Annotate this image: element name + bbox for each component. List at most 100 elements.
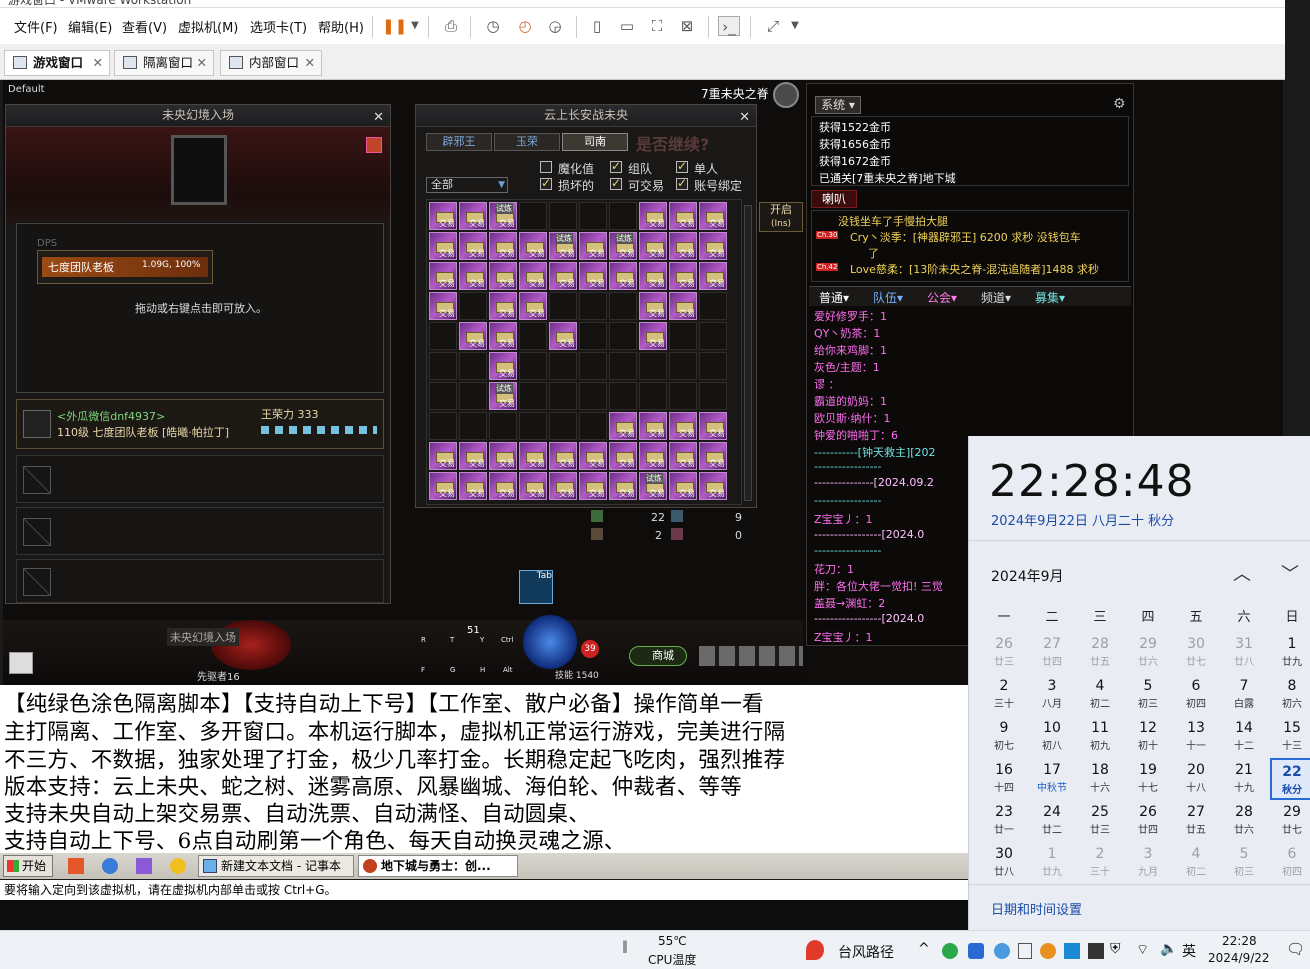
inventory-slot[interactable] (669, 322, 697, 350)
flag-icon[interactable] (9, 652, 33, 674)
inventory-item[interactable]: 交易 (669, 262, 697, 290)
inventory-item[interactable]: 交易 (489, 442, 517, 470)
thumbnail-icon[interactable]: ▭ (616, 16, 638, 36)
inventory-slot[interactable] (579, 412, 607, 440)
inventory-item[interactable]: 交易 (669, 412, 697, 440)
inventory-item[interactable]: 交易 (459, 202, 487, 230)
inventory-slot[interactable] (429, 322, 457, 350)
empty-slot[interactable] (16, 559, 384, 603)
calendar-day[interactable]: 25 廿三 (1078, 800, 1122, 842)
system-tab[interactable]: 系统 ▾ (815, 96, 861, 114)
tray-app-icon[interactable] (994, 943, 1010, 959)
inventory-item[interactable]: 交易 (459, 442, 487, 470)
tab-guild[interactable]: 公会▾ (927, 289, 957, 306)
inventory-item[interactable]: 交易 (639, 202, 667, 230)
calendar-day[interactable]: 26 廿四 (1126, 800, 1170, 842)
tab-team[interactable]: 队伍▾ (873, 289, 903, 306)
empty-slot[interactable] (16, 507, 384, 555)
inventory-slot[interactable] (519, 412, 547, 440)
inventory-item[interactable]: 交易 (609, 472, 637, 500)
snapshot-manager-icon[interactable]: ◶ (544, 16, 566, 36)
calendar-day[interactable]: 24 廿二 (1030, 800, 1074, 842)
inventory-slot[interactable] (579, 322, 607, 350)
chevron-down-icon[interactable]: ▼ (404, 16, 426, 36)
inventory-slot[interactable] (699, 352, 727, 380)
inventory-item[interactable]: 交易 试炼 (549, 232, 577, 260)
inventory-slot[interactable] (429, 382, 457, 410)
calendar-day[interactable]: 30 廿八 (982, 842, 1026, 884)
inventory-item[interactable]: 交易 (489, 472, 517, 500)
inventory-item[interactable]: 交易 (699, 262, 727, 290)
tray-app-icon[interactable] (1064, 943, 1080, 959)
menu-edit[interactable]: 编辑(E) (68, 17, 112, 36)
app-icon[interactable] (136, 858, 152, 874)
calendar-day[interactable]: 16 十四 (982, 758, 1026, 800)
inventory-item[interactable]: 交易 (669, 232, 697, 260)
tray-app-icon[interactable] (1040, 943, 1056, 959)
calendar-day[interactable]: 28 廿六 (1222, 800, 1266, 842)
inventory-item[interactable]: 交易 (459, 262, 487, 290)
task-dnf[interactable]: 地下城与勇士：创... (358, 855, 518, 877)
taskbar-time[interactable]: 22:28 (1222, 934, 1257, 948)
tray-app-icon[interactable] (968, 943, 984, 959)
inventory-slot[interactable] (459, 382, 487, 410)
inventory-slot[interactable] (549, 292, 577, 320)
speaker-icon[interactable]: 🔈 (1160, 941, 1177, 957)
chevron-down-icon[interactable]: ▼ (784, 16, 806, 36)
inventory-scrollbar[interactable] (744, 205, 752, 501)
tab-isolation-window[interactable]: 隔离窗口 ✕ (114, 50, 214, 76)
inventory-slot[interactable] (519, 352, 547, 380)
calendar-day[interactable]: 2 三十 (1078, 842, 1122, 884)
calendar-day[interactable]: 1 廿九 (1030, 842, 1074, 884)
menu-help[interactable]: 帮助(H) (318, 17, 364, 36)
calendar-day[interactable]: 19 十七 (1126, 758, 1170, 800)
book-icon[interactable] (366, 137, 382, 153)
weather-widget[interactable]: 台风路径 (838, 942, 894, 962)
filter-select[interactable]: 全部 ▼ (426, 177, 508, 193)
tab-yurong[interactable]: 玉荣 (494, 133, 560, 151)
clock-date[interactable]: 2024年9月22日 八月二十 秋分 (991, 510, 1174, 529)
inventory-item[interactable]: 交易 (429, 442, 457, 470)
inventory-item[interactable]: 交易 (489, 262, 517, 290)
close-icon[interactable]: ✕ (739, 107, 750, 128)
calendar-day[interactable]: 31 廿八 (1222, 632, 1266, 674)
inventory-item[interactable]: 交易 (489, 322, 517, 350)
tray-app-icon[interactable] (1018, 943, 1032, 959)
inventory-item[interactable]: 交易 (429, 232, 457, 260)
calendar-day[interactable]: 18 十六 (1078, 758, 1122, 800)
inventory-slot[interactable] (669, 352, 697, 380)
empty-slot[interactable] (16, 455, 384, 503)
revert-snapshot-icon[interactable]: ◴ (514, 16, 536, 36)
calendar-day[interactable]: 5 初三 (1126, 674, 1170, 716)
start-button[interactable]: 开始 (3, 855, 53, 877)
calendar-day[interactable]: 4 初二 (1078, 674, 1122, 716)
check-broken[interactable] (540, 176, 552, 190)
menu-file[interactable]: 文件(F) (14, 17, 58, 36)
refresh-icon[interactable] (102, 858, 118, 874)
inventory-item[interactable]: 交易 试炼 (639, 472, 667, 500)
send-keys-icon[interactable]: ⎙ (440, 16, 462, 36)
minimap-icon[interactable] (773, 82, 799, 108)
inventory-item[interactable]: 交易 (669, 442, 697, 470)
tab-sinan[interactable]: 司南 (562, 133, 628, 151)
stretch-icon[interactable]: ⤢ (762, 16, 784, 36)
wifi-icon[interactable]: ⌔ (1136, 941, 1149, 959)
tray-app-icon[interactable] (1088, 943, 1104, 959)
inventory-slot[interactable] (549, 202, 577, 230)
calendar-day[interactable]: 2 三十 (982, 674, 1026, 716)
calendar-day-today[interactable]: 22 秋分 (1270, 758, 1310, 800)
tab-normal[interactable]: 普通▾ (819, 289, 849, 306)
tab-inner-window[interactable]: 内部窗口 ✕ (220, 50, 322, 76)
notification-icon[interactable]: 🗨 (1286, 940, 1305, 958)
check-team[interactable] (610, 159, 622, 173)
inventory-slot[interactable] (609, 202, 637, 230)
menu-vm[interactable]: 虚拟机(M) (178, 17, 238, 36)
inventory-item[interactable]: 交易 (699, 472, 727, 500)
inventory-item[interactable]: 交易 (489, 352, 517, 380)
inventory-item[interactable]: 交易 (609, 262, 637, 290)
calendar-day[interactable]: 12 初十 (1126, 716, 1170, 758)
inventory-slot[interactable] (549, 352, 577, 380)
check-tradeable[interactable] (610, 176, 622, 190)
dps-entry[interactable]: 七度团队老板 1.09G, 100% (37, 250, 213, 284)
calendar-day[interactable]: 29 廿六 (1126, 632, 1170, 674)
